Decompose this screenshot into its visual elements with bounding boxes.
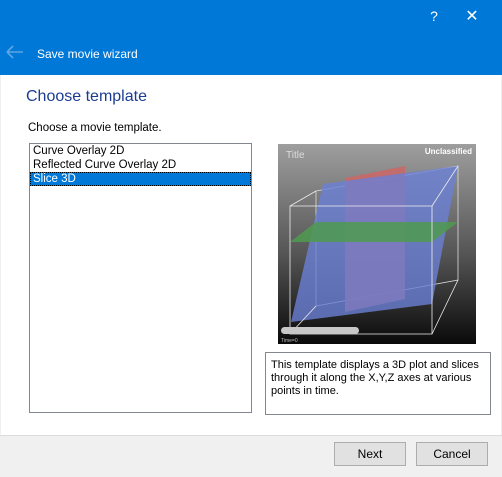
z-slice-plane — [290, 222, 458, 242]
template-item-curve-overlay-2d[interactable]: Curve Overlay 2D — [30, 144, 251, 158]
next-button[interactable]: Next — [334, 442, 406, 466]
page-heading: Choose template — [26, 88, 147, 105]
title-bar: ? ✕ Save movie wizard — [0, 0, 502, 75]
template-prompt: Choose a movie template. — [28, 122, 162, 134]
preview-title: Title — [286, 150, 305, 161]
preview-classification: Unclassified — [425, 147, 472, 156]
template-item-reflected-curve-overlay-2d[interactable]: Reflected Curve Overlay 2D — [30, 158, 251, 172]
cancel-button[interactable]: Cancel — [416, 442, 488, 466]
wizard-title: Save movie wizard — [37, 47, 138, 61]
template-listbox[interactable]: Curve Overlay 2D Reflected Curve Overlay… — [29, 143, 252, 413]
preview-time-label: Time=0 — [281, 338, 298, 344]
help-button[interactable]: ? — [414, 0, 454, 33]
close-button[interactable]: ✕ — [452, 0, 492, 33]
template-item-slice-3d[interactable]: Slice 3D — [30, 172, 251, 186]
template-description: This template displays a 3D plot and sli… — [265, 352, 491, 415]
footer-divider — [0, 435, 502, 436]
template-preview-image: Title Unclassified Time=0 — [278, 144, 476, 344]
back-arrow-icon[interactable] — [6, 45, 24, 59]
